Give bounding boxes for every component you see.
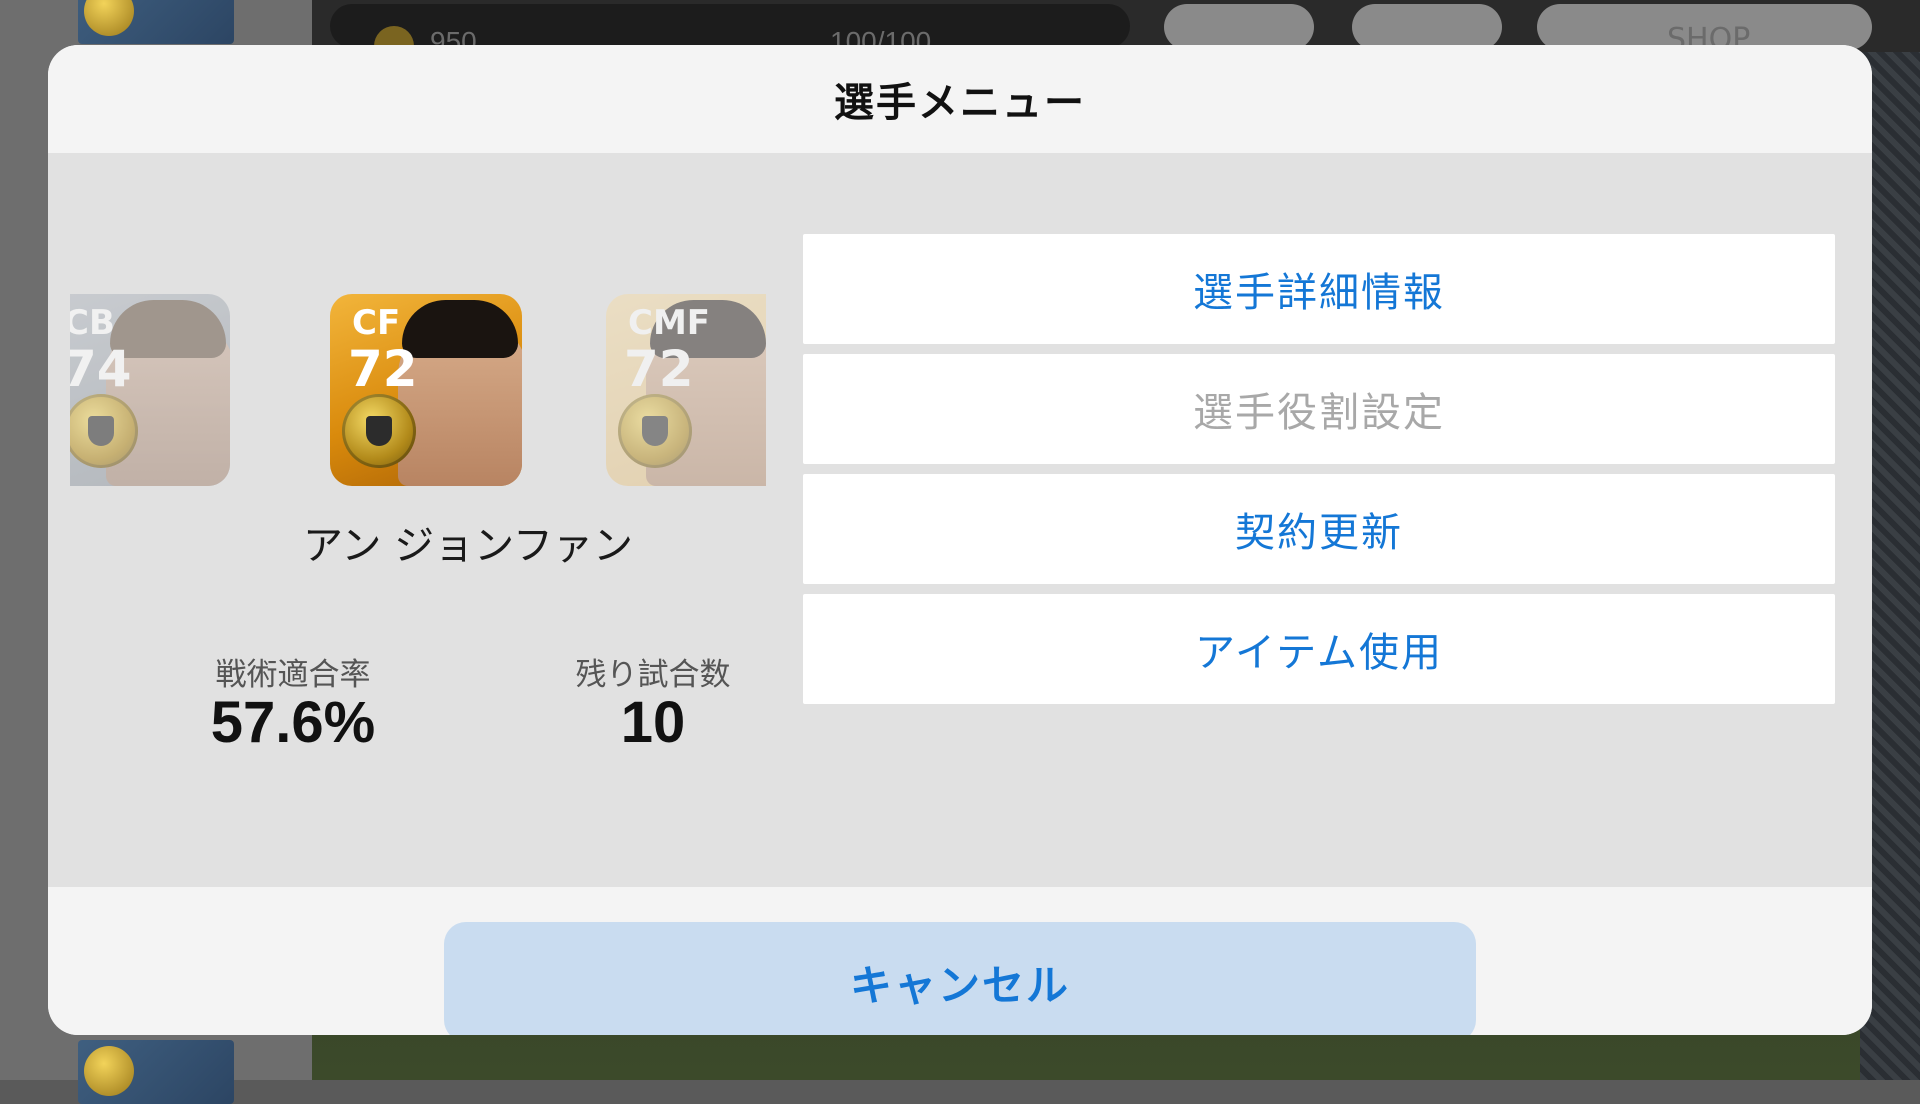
next-player-card[interactable]: CMF 72 — [606, 294, 766, 486]
card-position: CMF — [628, 303, 711, 343]
player-role-settings-button: 選手役割設定 — [803, 354, 1835, 464]
tactical-fit-label: 戦術適合率 — [215, 657, 371, 693]
dialog-footer: キャンセル — [48, 887, 1872, 1035]
dialog-title: 選手メニュー — [834, 80, 1086, 126]
player-menu-dialog: 選手メニュー CB 74 CF 72 CMF 72 アン ジョンファン 戦術適合… — [48, 45, 1872, 1035]
player-hair — [402, 300, 518, 358]
card-position: CF — [352, 303, 401, 343]
background-player-thumb — [78, 0, 234, 44]
previous-player-card[interactable]: CB 74 — [70, 294, 230, 486]
shop-button: SHOP — [1537, 4, 1872, 57]
dialog-body: CB 74 CF 72 CMF 72 アン ジョンファン 戦術適合率 57.6%… — [48, 153, 1872, 887]
coin-badge-icon — [84, 1046, 134, 1096]
remaining-matches-value: 10 — [620, 690, 686, 755]
use-item-button[interactable]: アイテム使用 — [803, 594, 1835, 704]
tactical-fit-value: 57.6% — [210, 690, 376, 755]
background-status-bar: 950 100/100 — [330, 4, 1130, 66]
player-details-button[interactable]: 選手詳細情報 — [803, 234, 1835, 344]
home-button — [1164, 4, 1314, 50]
contract-renewal-button[interactable]: 契約更新 — [803, 474, 1835, 584]
dialog-header: 選手メニュー — [48, 45, 1872, 153]
card-rating: 74 — [70, 340, 132, 398]
team-badge-icon — [342, 394, 416, 468]
card-position: CB — [70, 303, 115, 343]
card-rating: 72 — [348, 340, 418, 398]
remaining-matches-label: 残り試合数 — [575, 657, 731, 693]
team-badge-icon — [618, 394, 692, 468]
mail-button — [1352, 4, 1502, 50]
player-name: アン ジョンファン — [303, 523, 633, 569]
selected-player-card: CF 72 — [330, 294, 522, 486]
card-rating: 72 — [624, 340, 694, 398]
background-player-thumb — [78, 1040, 234, 1104]
coin-badge-icon — [84, 0, 134, 36]
cancel-button[interactable]: キャンセル — [444, 922, 1476, 1035]
